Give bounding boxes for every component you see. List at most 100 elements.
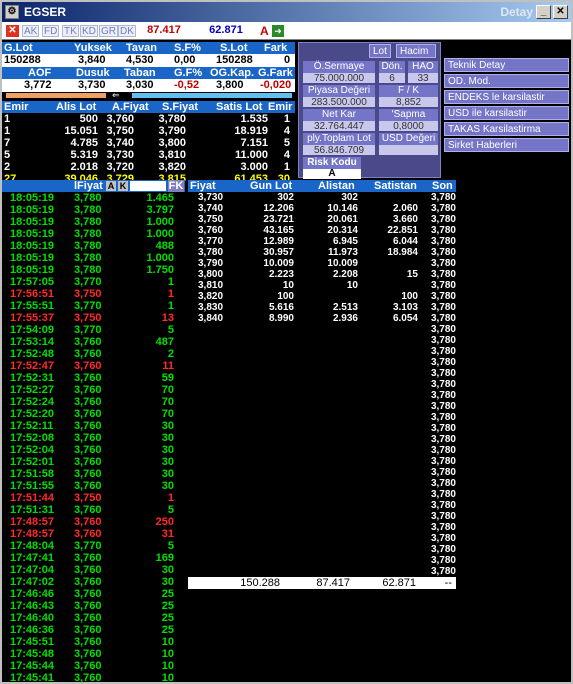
filter-k-button[interactable]: K [118, 181, 128, 191]
trade-price: 3,750 [74, 288, 102, 300]
trade-lot: 3.797 [146, 204, 174, 216]
trade-price: 3,760 [74, 444, 102, 456]
trade-time: 17:52:48 [10, 348, 55, 360]
orderbook-col-header: Satis Lot [216, 101, 263, 113]
orderbook-cell: 3,820 [158, 161, 186, 173]
trade-time: 17:45:51 [10, 636, 55, 648]
lot-button[interactable]: Lot [369, 44, 391, 58]
trade-price: 3,760 [74, 480, 102, 492]
side-menu-item[interactable]: USD ile karsilastir [444, 106, 569, 120]
trade-time: 17:48:57 [10, 528, 55, 540]
summary-value: 3,030 [126, 79, 154, 91]
trade-time: 17:52:04 [10, 444, 55, 456]
ply-toplam-lot-label: ply.Toplam Lot [303, 133, 375, 145]
tab-tk[interactable]: TK [62, 25, 79, 37]
summary-header: Fark [264, 42, 288, 54]
summary-value: 150288 [4, 54, 41, 66]
summary-header: Tavan [126, 42, 157, 54]
tab-ak[interactable]: AK [22, 25, 40, 37]
tab-fd[interactable]: FD [42, 25, 60, 37]
go-arrow-icon[interactable]: ➜ [272, 25, 284, 37]
orderbook-cell: 18.919 [234, 125, 268, 137]
summary-value: 4,530 [126, 54, 154, 66]
toolbar: ✕ AK FD TK KD GR DK 87.417 62.871 A ➜ [2, 22, 571, 40]
trade-price: 3,760 [74, 336, 102, 348]
trade-lot: 5 [167, 324, 174, 336]
sapma-label: 'Sapma [379, 109, 438, 121]
trade-price: 3,760 [74, 528, 102, 540]
ply-toplam-lot-value: 56.846.709 [303, 145, 375, 156]
trade-time: 18:05:19 [10, 228, 55, 240]
trade-lot: 30 [161, 420, 174, 432]
trade-time: 17:48:04 [10, 540, 55, 552]
trade-lot: 25 [161, 624, 174, 636]
trade-time: 18:05:19 [10, 216, 55, 228]
fk-button[interactable]: FK [168, 180, 184, 192]
close-icon[interactable]: ✕ [6, 25, 19, 37]
trade-time: 17:45:44 [10, 660, 55, 672]
minimize-button[interactable]: _ [536, 5, 551, 19]
orderbook-cell: 2 [4, 161, 11, 173]
trade-price: 3,760 [74, 672, 102, 684]
trade-time: 17:47:41 [10, 552, 55, 564]
orderbook-cell: 15.051 [64, 125, 98, 137]
trade-price: 3,760 [74, 468, 102, 480]
orderbook-cell: 2.018 [70, 161, 98, 173]
summary-header: OG.Kap. [210, 67, 255, 79]
trade-lot: 1.465 [146, 192, 174, 204]
trade-price: 3,770 [74, 324, 102, 336]
alert-a-icon[interactable]: A [260, 25, 272, 37]
trade-price: 3,760 [74, 552, 102, 564]
trade-price: 3,760 [74, 396, 102, 408]
title-bar[interactable]: ⚙ EGSER Detay _ ✕ [2, 2, 571, 22]
orderbook-header: Emir Alis Lot A.Fiyat S.Fiyat Satis Lot … [2, 101, 295, 113]
window-title: EGSER [24, 5, 67, 19]
trade-price: 3,770 [74, 300, 102, 312]
sell-volume-field[interactable]: 87.417 [138, 24, 190, 38]
orderbook-cell: 3,750 [106, 125, 134, 137]
summary-value: 3,772 [24, 79, 52, 91]
orderbook-cell: 1 [283, 113, 290, 125]
trade-lot: 1 [167, 492, 174, 504]
tab-kd[interactable]: KD [80, 25, 98, 37]
don-value: 6 [379, 73, 405, 84]
depth-total-alistan: 87.417 [316, 577, 350, 589]
side-menu-item[interactable]: OD. Mod. [444, 74, 569, 88]
trade-lot: 70 [161, 396, 174, 408]
trade-time: 17:51:58 [10, 468, 55, 480]
trade-price: 3,770 [74, 276, 102, 288]
filter-a-button[interactable]: A [106, 181, 116, 191]
tab-dk[interactable]: DK [118, 25, 136, 37]
side-menu-item[interactable]: Sirket Haberleri [444, 138, 569, 152]
trade-price: 3,760 [74, 384, 102, 396]
trade-time: 17:52:01 [10, 456, 55, 468]
range-arrow-icon: ⇐ [112, 90, 120, 100]
tab-gr[interactable]: GR [99, 25, 118, 37]
depth-cell: 3,840 [198, 313, 224, 324]
trade-lot: 1 [167, 288, 174, 300]
trade-lot: 70 [161, 408, 174, 420]
orderbook-cell: 3,740 [106, 137, 134, 149]
orderbook-cell: 3,780 [158, 113, 186, 125]
hacim-button[interactable]: Hacim [396, 44, 436, 58]
side-menu-item[interactable]: ENDEKS le karsilastir [444, 90, 569, 104]
trade-lot: 169 [155, 552, 174, 564]
orderbook-cell: 11.000 [234, 149, 268, 161]
trade-price: 3,760 [74, 372, 102, 384]
summary-value: 0 [284, 54, 291, 66]
side-menu-item[interactable]: TAKAS Karsilastirma [444, 122, 569, 136]
filter-input[interactable] [130, 181, 166, 191]
trade-time: 18:05:19 [10, 240, 55, 252]
summary-header: AOF [28, 67, 52, 79]
sapma-value: 0,8000 [379, 121, 438, 132]
trade-time: 17:56:51 [10, 288, 55, 300]
depth-col-header: Son [432, 180, 453, 192]
app-icon[interactable]: ⚙ [5, 5, 19, 19]
trade-price: 3,760 [74, 504, 102, 516]
trade-lot: 487 [155, 336, 174, 348]
buy-volume-field[interactable]: 62.871 [196, 24, 256, 38]
trade-time: 17:52:20 [10, 408, 55, 420]
hao-value: 33 [408, 73, 438, 84]
side-menu-item[interactable]: Teknik Detay [444, 58, 569, 72]
close-button[interactable]: ✕ [553, 5, 568, 19]
